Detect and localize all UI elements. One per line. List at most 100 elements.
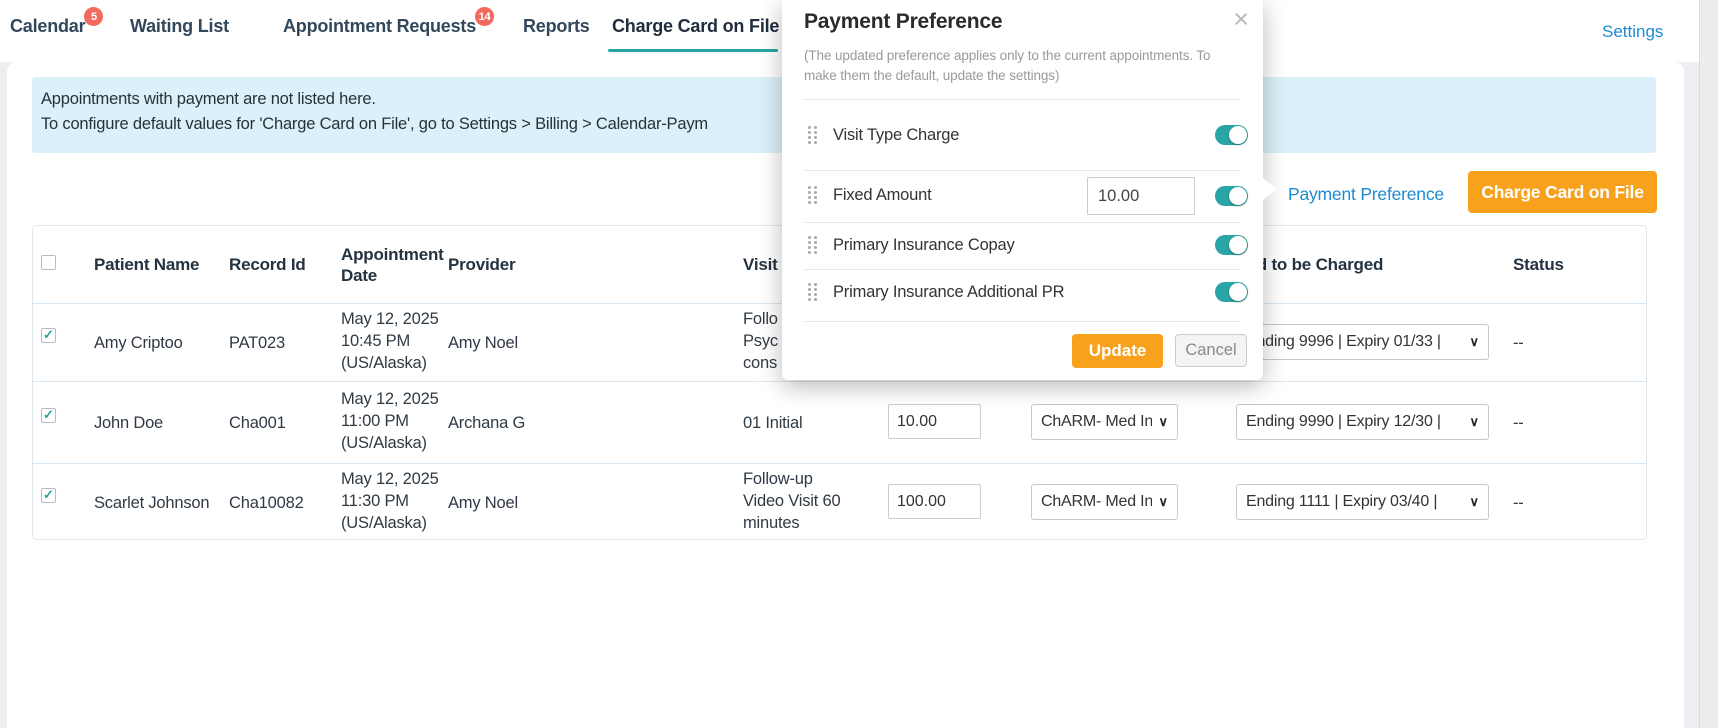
row3-amount-input[interactable] (888, 484, 981, 519)
row3-card-selected-option: Ending 1111 | Expiry 03/40 | (1246, 493, 1438, 510)
primary-insurance-additional-pr-toggle[interactable] (1215, 282, 1248, 302)
row-divider (33, 381, 1646, 382)
fixed-amount-input[interactable] (1087, 177, 1195, 215)
drag-handle-icon[interactable] (808, 126, 821, 145)
toggle-knob (1229, 283, 1247, 301)
tab-appointment-requests[interactable]: Appointment Requests 14 (283, 7, 495, 37)
close-icon[interactable]: × (1233, 4, 1249, 34)
row2-date-line1: May 12, 2025 (341, 390, 439, 408)
modal-divider (804, 321, 1241, 322)
modal-divider (804, 99, 1241, 100)
chevron-down-icon: ∨ (1158, 414, 1168, 429)
tab-reports-label: Reports (523, 16, 590, 36)
banner-line-1: Appointments with payment are not listed… (41, 90, 376, 108)
header-provider: Provider (448, 255, 516, 274)
row1-record-id: PAT023 (229, 334, 285, 352)
modal-subtitle-line1: (The updated preference applies only to … (804, 48, 1211, 63)
chevron-down-icon: ∨ (1469, 494, 1479, 509)
row2-record-id: Cha001 (229, 414, 286, 432)
row3-provider: Amy Noel (448, 494, 518, 512)
row1-date-line3: (US/Alaska) (341, 354, 427, 372)
tab-waiting-list-label: Waiting List (130, 16, 229, 36)
row1-appointment-date: May 12, 2025 10:45 PM (US/Alaska) (341, 308, 439, 374)
banner-line-2: To configure default values for 'Charge … (41, 115, 708, 133)
tab-charge-card-on-file-label: Charge Card on File (612, 16, 780, 36)
drag-handle-icon[interactable] (808, 186, 821, 205)
tab-appointment-requests-label: Appointment Requests (283, 16, 477, 36)
drag-handle-icon[interactable] (808, 236, 821, 255)
row2-appointment-date: May 12, 2025 11:00 PM (US/Alaska) (341, 388, 439, 454)
row1-visit-type: Follo Psyc cons (743, 308, 778, 374)
row2-card-selected-option: Ending 9990 | Expiry 12/30 | (1246, 413, 1441, 430)
row3-checkbox[interactable] (41, 487, 56, 503)
header-appointment-date-line2: Date (341, 266, 378, 285)
row1-visit-line2: Psyc (743, 332, 778, 350)
chevron-down-icon: ∨ (1469, 414, 1479, 429)
row2-patient-name: John Doe (94, 414, 164, 432)
header-status: Status (1513, 255, 1564, 274)
row1-provider: Amy Noel (448, 334, 518, 352)
toggle-knob (1229, 187, 1247, 205)
toggle-knob (1229, 236, 1247, 254)
row1-card-selected-option: Ending 9996 | Expiry 01/33 | (1246, 333, 1441, 350)
row3-payment-method-select[interactable]: ChARM- Med In ∨ (1031, 484, 1178, 520)
visit-type-charge-toggle[interactable] (1215, 125, 1248, 145)
header-record-id: Record Id (229, 255, 306, 274)
row2-method-selected-option: ChARM- Med In (1041, 413, 1153, 430)
row1-card-select[interactable]: Ending 9996 | Expiry 01/33 | ∨ (1236, 324, 1489, 360)
modal-title: Payment Preference (804, 10, 1003, 33)
row3-appointment-date: May 12, 2025 11:30 PM (US/Alaska) (341, 468, 439, 534)
header-appointment-date-line1: Appointment (341, 245, 444, 264)
chevron-down-icon: ∨ (1158, 494, 1168, 509)
modal-divider (804, 269, 1241, 270)
tab-reports[interactable]: Reports (523, 16, 590, 37)
modal-subtitle: (The updated preference applies only to … (804, 46, 1254, 86)
cancel-button[interactable]: Cancel (1175, 334, 1247, 367)
fixed-amount-label: Fixed Amount (833, 186, 932, 204)
row2-amount-input[interactable] (888, 404, 981, 439)
toggle-knob (1229, 126, 1247, 144)
row3-date-line2: 11:30 PM (341, 492, 409, 510)
row3-patient-name: Scarlet Johnson (94, 494, 210, 512)
primary-insurance-additional-pr-label: Primary Insurance Additional PR (833, 283, 1065, 301)
row2-visit-type: 01 Initial (743, 414, 803, 432)
active-tab-underline (608, 49, 778, 52)
modal-divider (804, 222, 1241, 223)
tab-charge-card-on-file[interactable]: Charge Card on File (612, 16, 779, 37)
row-divider (33, 463, 1646, 464)
row3-visit-type: Follow-up Video Visit 60 minutes (743, 468, 841, 534)
calendar-badge: 5 (84, 7, 104, 26)
select-all-checkbox[interactable] (41, 255, 56, 270)
modal-subtitle-line2: make them the default, update the settin… (804, 68, 1060, 83)
primary-insurance-copay-label: Primary Insurance Copay (833, 236, 1015, 254)
row3-visit-line2: Video Visit 60 (743, 492, 841, 510)
primary-insurance-copay-toggle[interactable] (1215, 235, 1248, 255)
fixed-amount-toggle[interactable] (1215, 186, 1248, 206)
payment-preference-link[interactable]: Payment Preference (1288, 184, 1444, 205)
tab-waiting-list[interactable]: Waiting List (130, 16, 229, 37)
update-button[interactable]: Update (1072, 334, 1163, 368)
settings-link[interactable]: Settings (1602, 22, 1663, 42)
row2-checkbox[interactable] (41, 407, 56, 423)
row3-date-line3: (US/Alaska) (341, 514, 427, 532)
header-appointment-date: Appointment Date (341, 244, 444, 286)
row1-checkbox[interactable] (41, 327, 56, 343)
row3-record-id: Cha10082 (229, 494, 304, 512)
row2-provider: Archana G (448, 414, 526, 432)
row3-method-selected-option: ChARM- Med In (1041, 493, 1153, 510)
drag-handle-icon[interactable] (808, 283, 821, 302)
row3-card-select[interactable]: Ending 1111 | Expiry 03/40 | ∨ (1236, 484, 1489, 520)
row1-patient-name: Amy Criptoo (94, 334, 183, 352)
row1-visit-line3: cons (743, 354, 778, 372)
row2-card-select[interactable]: Ending 9990 | Expiry 12/30 | ∨ (1236, 404, 1489, 440)
row3-visit-line1: Follow-up (743, 470, 813, 488)
payment-preference-modal: Payment Preference × (The updated prefer… (782, 0, 1277, 380)
tab-calendar[interactable]: Calendar 5 (10, 7, 104, 37)
scrollbar-rail[interactable] (1699, 0, 1718, 728)
tab-calendar-label: Calendar (10, 16, 86, 36)
charge-card-on-file-button[interactable]: Charge Card on File (1468, 171, 1657, 213)
row2-status: -- (1513, 414, 1524, 432)
row2-payment-method-select[interactable]: ChARM- Med In ∨ (1031, 404, 1178, 440)
row2-date-line3: (US/Alaska) (341, 434, 427, 452)
row1-status: -- (1513, 334, 1524, 352)
